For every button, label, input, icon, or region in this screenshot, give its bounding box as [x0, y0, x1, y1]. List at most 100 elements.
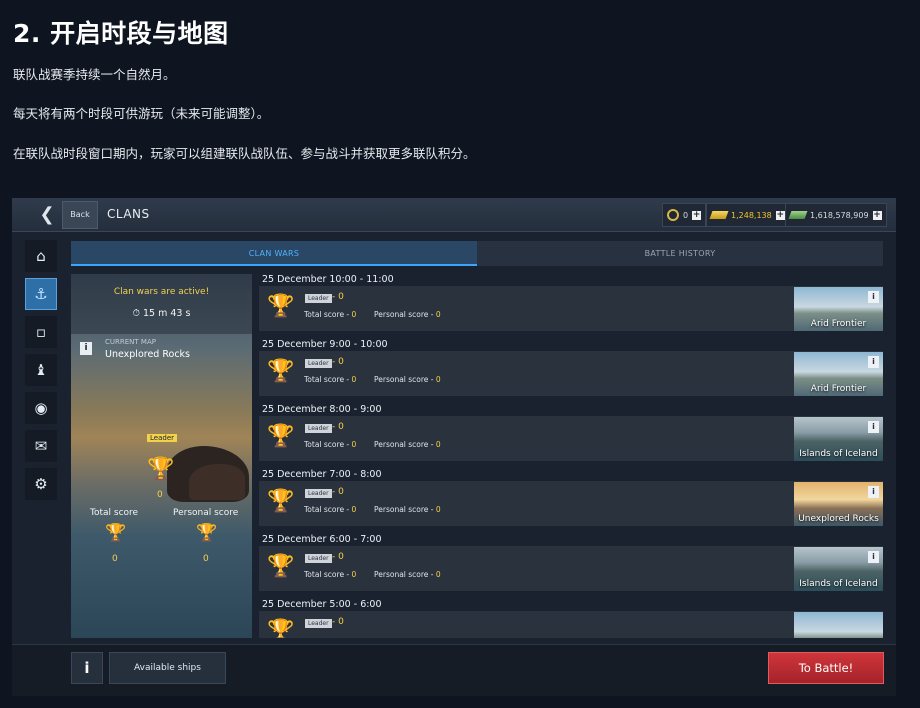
- total-score-value: 0: [351, 310, 357, 319]
- personal-score-value: 0: [435, 440, 441, 449]
- gold-amount: 1,248,138: [731, 210, 772, 220]
- leader-trophy-icon: 🏆: [147, 457, 175, 482]
- clan-wars-info-panel: Clan wars are active! ⏱ 15 m 43 s i CURR…: [71, 274, 252, 638]
- add-gold-button[interactable]: +: [775, 210, 785, 220]
- tab-bar: CLAN WARS BATTLE HISTORY: [71, 241, 883, 266]
- token-amount: 0: [683, 210, 689, 220]
- personal-score-value: 0: [435, 375, 441, 384]
- time-slot[interactable]: 25 December 10:00 - 11:00 🏆 Leader - 0 T…: [259, 274, 883, 339]
- chat-icon[interactable]: ✉: [25, 430, 57, 462]
- gift-icon[interactable]: ▫: [25, 316, 57, 348]
- leader-value: - 0: [332, 617, 344, 627]
- total-score-value: 0: [112, 554, 118, 564]
- available-ships-button[interactable]: Available ships: [109, 652, 226, 684]
- leader-badge: Leader: [305, 554, 332, 563]
- map-name: Islands of Iceland: [799, 449, 878, 459]
- map-thumbnail[interactable]: i Islands of Iceland: [794, 417, 883, 461]
- time-slot-list[interactable]: 25 December 10:00 - 11:00 🏆 Leader - 0 T…: [259, 274, 883, 638]
- current-map-label: CURRENT MAP: [105, 338, 156, 346]
- personal-score-label: Personal score: [173, 508, 239, 518]
- slot-row[interactable]: 🏆 Leader - 0 Total score - 0 Personal sc…: [259, 416, 883, 461]
- time-slot[interactable]: 25 December 6:00 - 7:00 🏆 Leader - 0 Tot…: [259, 534, 883, 599]
- slot-row[interactable]: 🏆 Leader - 0 Total score - 0 Personal sc…: [259, 351, 883, 396]
- rock-island-detail: [189, 464, 245, 500]
- info-button[interactable]: i: [71, 652, 103, 684]
- clan-icon[interactable]: ♝: [25, 354, 57, 386]
- slot-time: 25 December 7:00 - 8:00: [262, 469, 382, 480]
- total-score-value: 0: [351, 570, 357, 579]
- leader-badge: Leader: [305, 294, 332, 303]
- time-slot[interactable]: 25 December 7:00 - 8:00 🏆 Leader - 0 Tot…: [259, 469, 883, 534]
- current-map-name: Unexplored Rocks: [105, 349, 191, 360]
- slot-row[interactable]: 🏆 Leader - 0 Total score - 0 Personal sc…: [259, 286, 883, 331]
- game-screenshot: ❮ Back CLANS 0 + 1,248,138 + 1,618,578,9…: [12, 198, 896, 696]
- slot-row[interactable]: 🏆 Leader - 0 Total score - 0 Personal sc…: [259, 546, 883, 591]
- personal-score: Personal score - 0: [374, 375, 441, 384]
- ship-icon[interactable]: ⚓: [25, 278, 57, 310]
- info-icon[interactable]: i: [868, 356, 879, 368]
- tab-clan-wars[interactable]: CLAN WARS: [71, 241, 477, 266]
- map-name: Islands of Iceland: [799, 579, 878, 589]
- trophy-icon[interactable]: ◉: [25, 392, 57, 424]
- total-score-value: 0: [351, 375, 357, 384]
- gold-icon: [709, 211, 729, 219]
- to-battle-button[interactable]: To Battle!: [768, 652, 884, 684]
- personal-score-label: Personal score -: [374, 310, 436, 319]
- time-slot[interactable]: 25 December 5:00 - 6:00 🏆 Leader - 0: [259, 599, 883, 638]
- slot-time: 25 December 9:00 - 10:00: [262, 339, 388, 350]
- map-thumbnail[interactable]: i Arid Frontier: [794, 287, 883, 331]
- personal-score-value: 0: [435, 570, 441, 579]
- timer-value: 15 m 43 s: [142, 308, 191, 319]
- info-icon[interactable]: i: [868, 551, 879, 563]
- timer: ⏱ 15 m 43 s: [132, 308, 191, 319]
- gold-currency: 1,248,138 +: [706, 203, 790, 227]
- leader-badge: Leader: [305, 359, 332, 368]
- article-paragraph-3: 在联队战时段窗口期内，玩家可以组建联队战队伍、参与战斗并获取更多联队积分。: [13, 146, 476, 161]
- time-slot[interactable]: 25 December 9:00 - 10:00 🏆 Leader - 0 To…: [259, 339, 883, 404]
- tab-battle-history[interactable]: BATTLE HISTORY: [477, 241, 883, 266]
- map-name: Arid Frontier: [810, 384, 867, 394]
- add-cash-button[interactable]: +: [872, 210, 882, 220]
- map-thumbnail[interactable]: i Unexplored Rocks: [794, 482, 883, 526]
- trophy-icon: 🏆: [267, 554, 295, 579]
- total-score-label: Total score: [90, 508, 139, 518]
- personal-score-label: Personal score -: [374, 505, 436, 514]
- slot-row[interactable]: 🏆 Leader - 0 Total score - 0 Personal sc…: [259, 481, 883, 526]
- info-icon[interactable]: i: [868, 291, 879, 303]
- leader-badge: Leader: [147, 434, 178, 442]
- map-thumbnail[interactable]: [794, 612, 883, 638]
- map-thumbnail[interactable]: i Arid Frontier: [794, 352, 883, 396]
- personal-score-value: 0: [435, 505, 441, 514]
- leader-value: - 0: [332, 357, 344, 367]
- gear-icon[interactable]: ⚙: [25, 468, 57, 500]
- slot-time: 25 December 6:00 - 7:00: [262, 534, 382, 545]
- personal-score-label: Personal score -: [374, 375, 436, 384]
- total-score: Total score - 0: [304, 310, 356, 319]
- personal-score: Personal score - 0: [374, 440, 441, 449]
- total-score: Total score - 0: [304, 570, 356, 579]
- add-tokens-button[interactable]: +: [692, 210, 702, 220]
- slot-row[interactable]: 🏆 Leader - 0: [259, 611, 883, 638]
- total-score-label: Total score -: [304, 570, 352, 579]
- active-message: Clan wars are active!: [113, 287, 210, 297]
- trophy-icon: 🏆: [267, 424, 295, 449]
- back-button[interactable]: Back: [62, 201, 98, 229]
- back-chevron-icon[interactable]: ❮: [34, 202, 60, 228]
- time-slot[interactable]: 25 December 8:00 - 9:00 🏆 Leader - 0 Tot…: [259, 404, 883, 469]
- info-icon[interactable]: i: [868, 421, 879, 433]
- personal-score-value: 0: [435, 310, 441, 319]
- map-thumbnail[interactable]: i Islands of Iceland: [794, 547, 883, 591]
- info-icon[interactable]: i: [868, 486, 879, 498]
- cash-amount: 1,618,578,909: [810, 210, 869, 220]
- trophy-icon: 🏆: [267, 294, 295, 319]
- token-currency: 0 +: [662, 203, 707, 227]
- home-icon[interactable]: ⌂: [25, 240, 57, 272]
- bottom-bar: i Available ships To Battle!: [12, 644, 896, 696]
- leader-value: 0: [157, 490, 163, 500]
- map-info-icon[interactable]: i: [80, 342, 92, 355]
- total-score-trophy-icon: 🏆: [105, 523, 127, 543]
- trophy-icon: 🏆: [267, 359, 295, 384]
- personal-score-value: 0: [203, 554, 209, 564]
- top-bar: ❮ Back CLANS 0 + 1,248,138 + 1,618,578,9…: [12, 198, 896, 232]
- total-score-value: 0: [351, 505, 357, 514]
